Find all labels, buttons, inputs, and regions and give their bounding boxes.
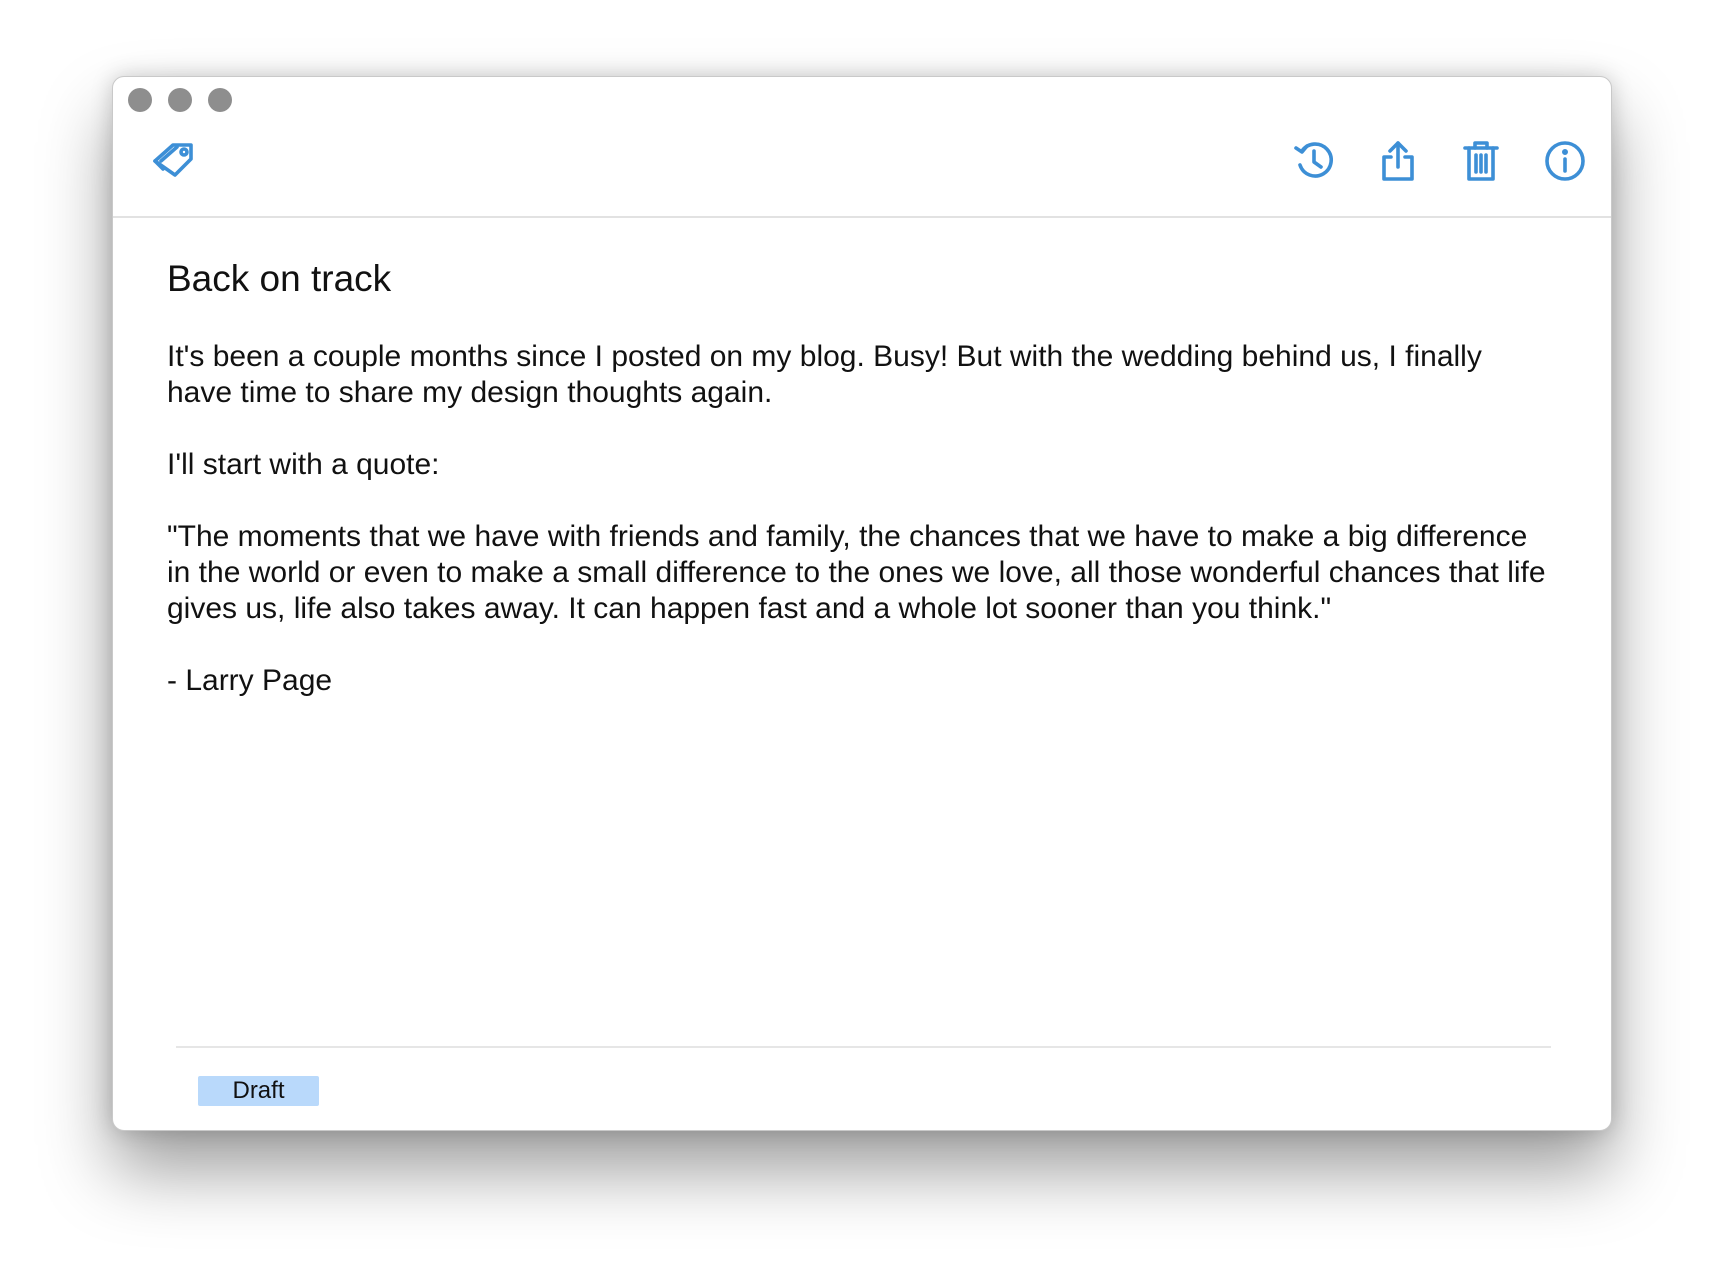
note-paragraph[interactable]: - Larry Page bbox=[167, 663, 1547, 699]
note-window: Back on track It's been a couple months … bbox=[112, 76, 1612, 1131]
info-button[interactable] bbox=[1541, 137, 1589, 185]
tag-bar-divider bbox=[176, 1046, 1551, 1048]
zoom-window-button[interactable] bbox=[208, 88, 232, 112]
note-editor[interactable]: Back on track It's been a couple months … bbox=[167, 257, 1547, 735]
tag-icon bbox=[151, 139, 199, 183]
tags-button[interactable] bbox=[151, 137, 199, 185]
minimize-window-button[interactable] bbox=[168, 88, 192, 112]
share-icon bbox=[1378, 139, 1418, 183]
window-controls bbox=[128, 88, 232, 112]
history-clock-icon bbox=[1292, 139, 1336, 183]
note-paragraph[interactable]: I'll start with a quote: bbox=[167, 447, 1547, 483]
trash-icon bbox=[1461, 139, 1501, 183]
info-icon bbox=[1543, 139, 1587, 183]
tag-chip-draft[interactable]: Draft bbox=[198, 1076, 319, 1106]
note-paragraph[interactable]: It's been a couple months since I posted… bbox=[167, 339, 1547, 411]
note-title[interactable]: Back on track bbox=[167, 257, 1547, 301]
note-paragraph[interactable]: "The moments that we have with friends a… bbox=[167, 519, 1547, 627]
toolbar bbox=[113, 77, 1611, 218]
close-window-button[interactable] bbox=[128, 88, 152, 112]
share-button[interactable] bbox=[1374, 137, 1422, 185]
history-button[interactable] bbox=[1290, 137, 1338, 185]
delete-button[interactable] bbox=[1457, 137, 1505, 185]
